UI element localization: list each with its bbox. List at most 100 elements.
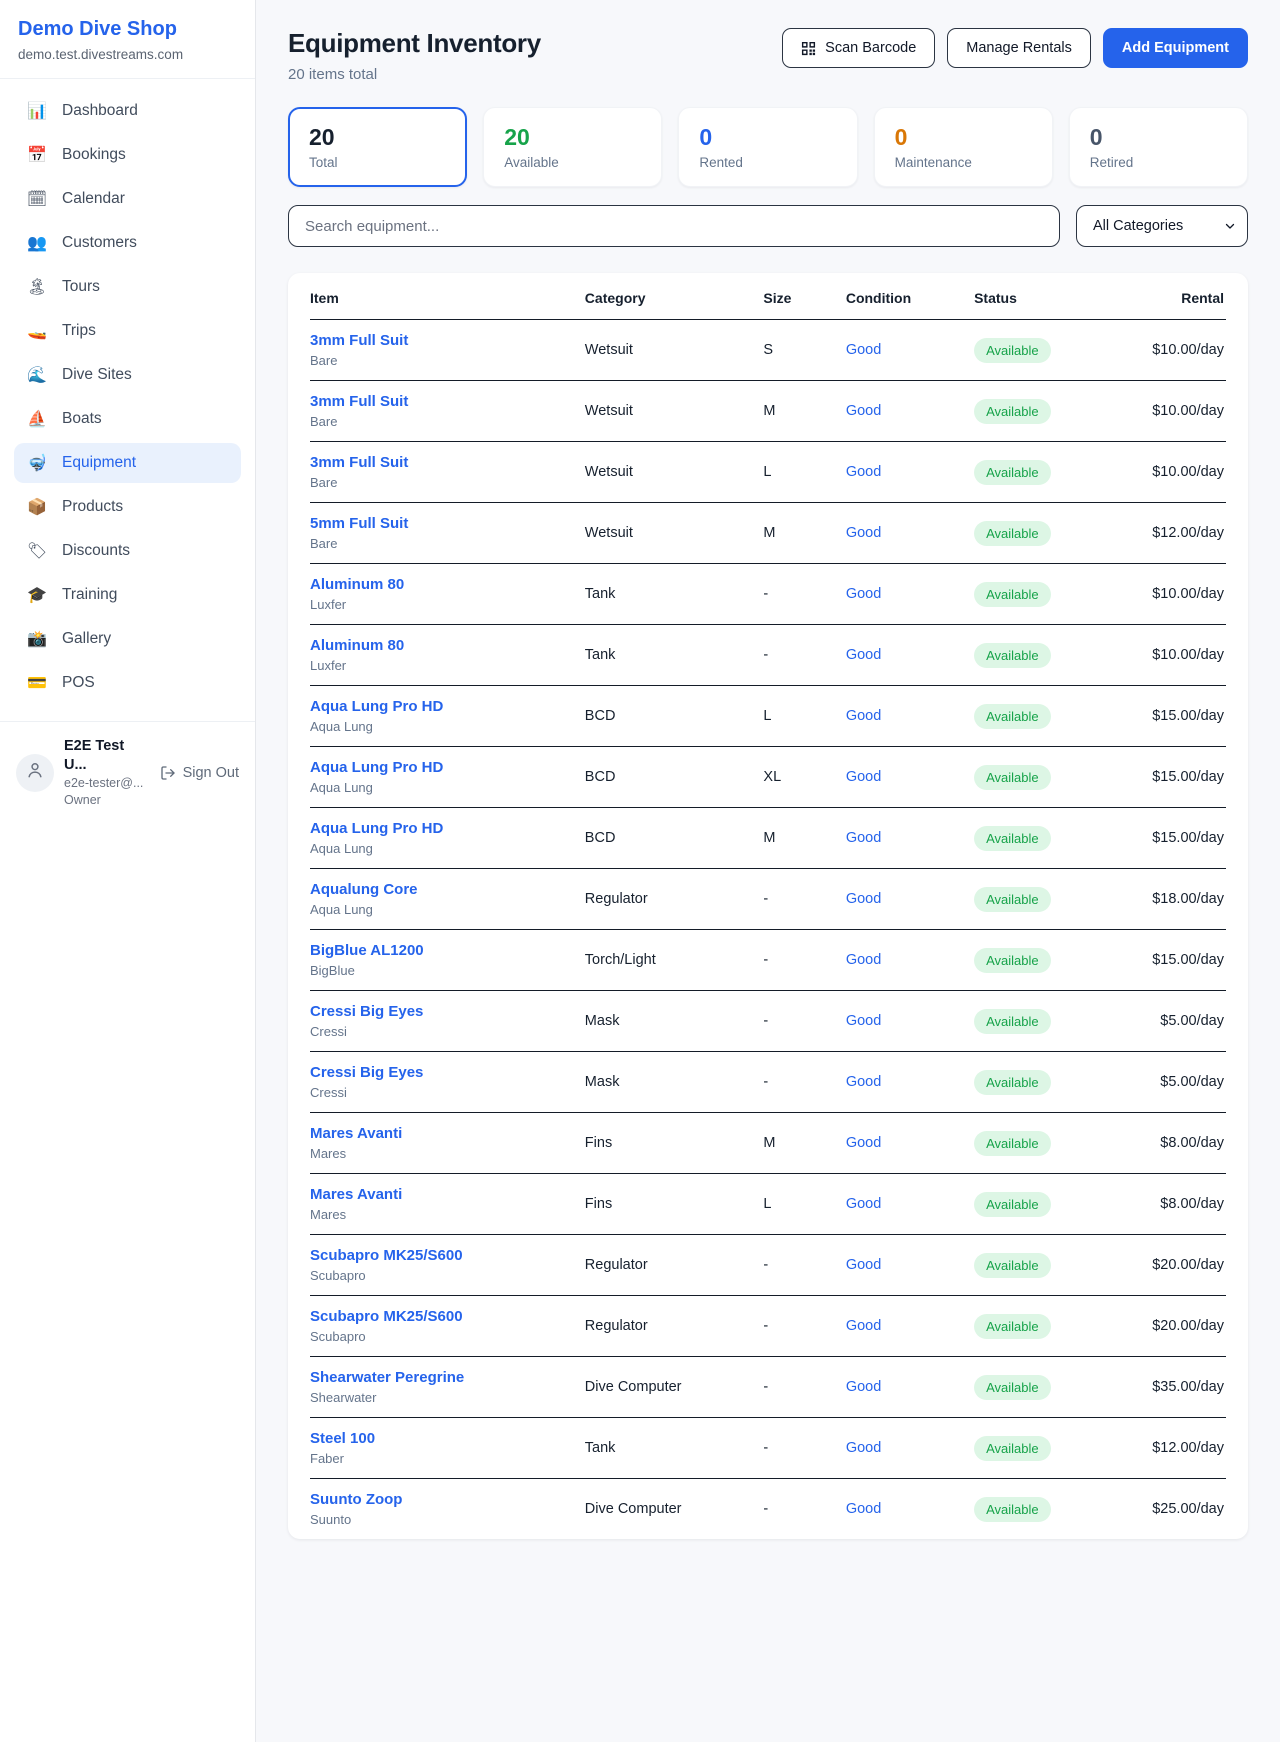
item-name-link[interactable]: 5mm Full Suit — [310, 515, 577, 532]
item-condition-link[interactable]: Good — [846, 1074, 881, 1090]
item-condition-link[interactable]: Good — [846, 830, 881, 846]
item-condition-link[interactable]: Good — [846, 769, 881, 785]
sidebar: Demo Dive Shop demo.test.divestreams.com… — [0, 0, 256, 1742]
sidebar-item-products[interactable]: 📦 Products — [14, 487, 241, 527]
item-name-link[interactable]: Aqua Lung Pro HD — [310, 698, 577, 715]
sidebar-item-training[interactable]: 🎓 Training — [14, 575, 241, 615]
item-rental-price: $8.00/day — [1130, 1113, 1226, 1174]
stat-value: 20 — [504, 124, 641, 151]
item-condition-link[interactable]: Good — [846, 952, 881, 968]
add-equipment-button[interactable]: Add Equipment — [1103, 28, 1248, 68]
item-condition-link[interactable]: Good — [846, 1013, 881, 1029]
sidebar-item-dashboard[interactable]: 📊 Dashboard — [14, 91, 241, 131]
tag-icon: 🏷 — [26, 541, 48, 561]
item-rental-price: $12.00/day — [1130, 1418, 1226, 1479]
bar-chart-icon: 📊 — [26, 101, 48, 121]
item-condition-link[interactable]: Good — [846, 1379, 881, 1395]
item-name-link[interactable]: Shearwater Peregrine — [310, 1369, 577, 1386]
stat-card-rented[interactable]: 0 Rented — [678, 107, 857, 187]
sidebar-item-trips[interactable]: 🚤 Trips — [14, 311, 241, 351]
scan-barcode-button[interactable]: Scan Barcode — [782, 28, 935, 68]
sidebar-item-label: Customers — [62, 234, 137, 252]
item-condition-link[interactable]: Good — [846, 1135, 881, 1151]
column-header-size: Size — [763, 273, 845, 320]
item-name-link[interactable]: 3mm Full Suit — [310, 454, 577, 471]
item-condition-link[interactable]: Good — [846, 342, 881, 358]
item-name-link[interactable]: 3mm Full Suit — [310, 393, 577, 410]
sidebar-item-dive-sites[interactable]: 🌊 Dive Sites — [14, 355, 241, 395]
item-brand: Bare — [310, 353, 577, 368]
stat-card-retired[interactable]: 0 Retired — [1069, 107, 1248, 187]
sign-out-button[interactable]: Sign Out — [160, 765, 239, 781]
table-row: Mares Avanti Mares Fins L Good Available… — [310, 1174, 1226, 1235]
category-select-wrap: All Categories — [1076, 205, 1248, 247]
item-name-link[interactable]: Cressi Big Eyes — [310, 1003, 577, 1020]
item-name-link[interactable]: Mares Avanti — [310, 1125, 577, 1142]
search-input[interactable] — [288, 205, 1060, 247]
sidebar-item-pos[interactable]: 💳 POS — [14, 663, 241, 703]
item-condition-link[interactable]: Good — [846, 891, 881, 907]
item-condition-link[interactable]: Good — [846, 647, 881, 663]
item-name-link[interactable]: Scubapro MK25/S600 — [310, 1308, 577, 1325]
item-name-link[interactable]: Scubapro MK25/S600 — [310, 1247, 577, 1264]
item-category: Wetsuit — [585, 320, 764, 381]
stat-card-available[interactable]: 20 Available — [483, 107, 662, 187]
item-name-link[interactable]: Suunto Zoop — [310, 1491, 577, 1508]
item-condition-link[interactable]: Good — [846, 708, 881, 724]
item-condition-link[interactable]: Good — [846, 525, 881, 541]
item-size: L — [763, 686, 845, 747]
sailboat-icon: ⛵ — [26, 409, 48, 429]
item-condition-link[interactable]: Good — [846, 1318, 881, 1334]
stat-card-total[interactable]: 20 Total — [288, 107, 467, 187]
item-condition-link[interactable]: Good — [846, 586, 881, 602]
item-name-link[interactable]: BigBlue AL1200 — [310, 942, 577, 959]
item-name-link[interactable]: Aqualung Core — [310, 881, 577, 898]
item-name-link[interactable]: Aluminum 80 — [310, 637, 577, 654]
item-name-link[interactable]: Mares Avanti — [310, 1186, 577, 1203]
sidebar-item-gallery[interactable]: 📸 Gallery — [14, 619, 241, 659]
item-category: Fins — [585, 1113, 764, 1174]
sidebar-item-equipment[interactable]: 🤿 Equipment — [14, 443, 241, 483]
item-category: Dive Computer — [585, 1479, 764, 1540]
equipment-table: Item Category Size Condition Status Rent… — [310, 273, 1226, 1539]
item-name-link[interactable]: 3mm Full Suit — [310, 332, 577, 349]
status-badge: Available — [974, 1192, 1051, 1217]
item-condition-link[interactable]: Good — [846, 403, 881, 419]
add-equipment-label: Add Equipment — [1122, 40, 1229, 56]
stat-card-maintenance[interactable]: 0 Maintenance — [874, 107, 1053, 187]
stat-value: 0 — [895, 124, 1032, 151]
status-badge: Available — [974, 582, 1051, 607]
brand-title[interactable]: Demo Dive Shop — [18, 18, 237, 41]
item-size: L — [763, 1174, 845, 1235]
item-name-link[interactable]: Aqua Lung Pro HD — [310, 759, 577, 776]
stat-value: 20 — [309, 124, 446, 151]
item-category: Wetsuit — [585, 503, 764, 564]
sidebar-nav: 📊 Dashboard 📅 Bookings 🗓 Calendar 👥 Cust… — [0, 79, 255, 713]
item-condition-link[interactable]: Good — [846, 1196, 881, 1212]
sidebar-item-label: Dive Sites — [62, 366, 132, 384]
sidebar-item-boats[interactable]: ⛵ Boats — [14, 399, 241, 439]
item-condition-link[interactable]: Good — [846, 1257, 881, 1273]
item-rental-price: $10.00/day — [1130, 381, 1226, 442]
sidebar-item-tours[interactable]: 🏝 Tours — [14, 267, 241, 307]
item-name-link[interactable]: Aluminum 80 — [310, 576, 577, 593]
item-size: - — [763, 1052, 845, 1113]
manage-rentals-button[interactable]: Manage Rentals — [947, 28, 1091, 68]
item-name-link[interactable]: Cressi Big Eyes — [310, 1064, 577, 1081]
category-select[interactable]: All Categories — [1076, 205, 1248, 247]
item-condition-link[interactable]: Good — [846, 464, 881, 480]
item-condition-link[interactable]: Good — [846, 1440, 881, 1456]
people-icon: 👥 — [26, 233, 48, 253]
item-name-link[interactable]: Steel 100 — [310, 1430, 577, 1447]
item-brand: BigBlue — [310, 963, 577, 978]
table-row: Cressi Big Eyes Cressi Mask - Good Avail… — [310, 991, 1226, 1052]
item-name-link[interactable]: Aqua Lung Pro HD — [310, 820, 577, 837]
brand-block: Demo Dive Shop demo.test.divestreams.com — [0, 0, 255, 79]
item-brand: Luxfer — [310, 597, 577, 612]
sidebar-item-discounts[interactable]: 🏷 Discounts — [14, 531, 241, 571]
table-row: 3mm Full Suit Bare Wetsuit S Good Availa… — [310, 320, 1226, 381]
item-condition-link[interactable]: Good — [846, 1501, 881, 1517]
sidebar-item-customers[interactable]: 👥 Customers — [14, 223, 241, 263]
sidebar-item-bookings[interactable]: 📅 Bookings — [14, 135, 241, 175]
sidebar-item-calendar[interactable]: 🗓 Calendar — [14, 179, 241, 219]
